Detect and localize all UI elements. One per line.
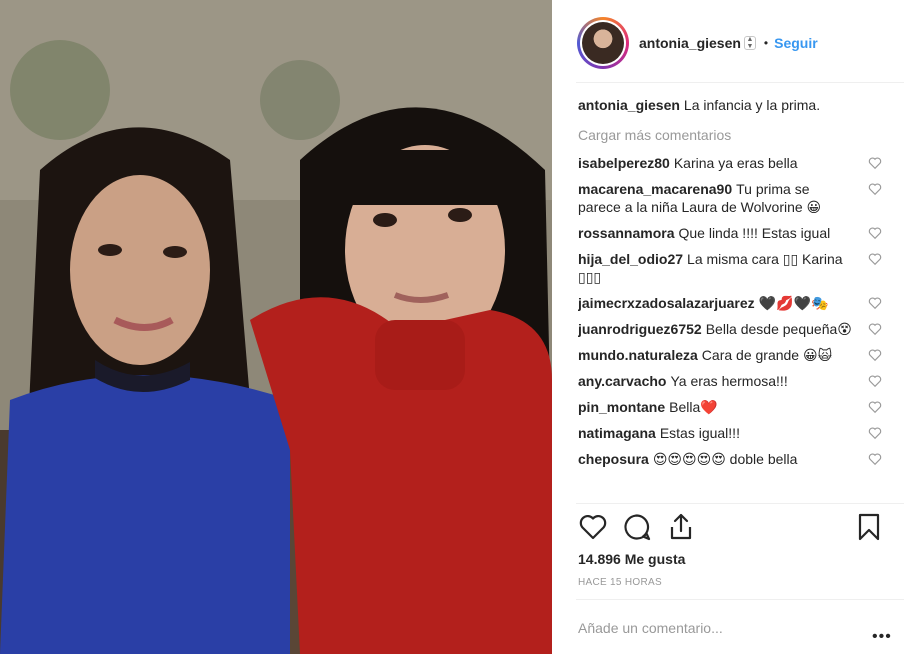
- caret-icon[interactable]: ▲ ▼: [743, 36, 756, 50]
- post-photo[interactable]: [0, 0, 552, 654]
- comment-username[interactable]: juanrodriguez6752: [578, 321, 702, 337]
- header-username[interactable]: antonia_giesen: [639, 35, 741, 51]
- heart-icon[interactable]: [868, 156, 882, 170]
- bookmark-icon[interactable]: [854, 512, 884, 542]
- comment-text: Que linda !!!! Estas igual: [678, 225, 831, 241]
- comment-text: Karina ya eras bella: [673, 155, 798, 171]
- comment-item: cheposura 😍😍😍😍😍 doble bella: [578, 450, 882, 468]
- comment-item: any.carvacho Ya eras hermosa!!!: [578, 372, 882, 390]
- comment-text: Bella❤️: [669, 399, 718, 415]
- heart-icon[interactable]: [868, 296, 882, 310]
- caption: antonia_giesen La infancia y la prima.: [578, 96, 882, 114]
- comment-item: macarena_macarena90 Tu prima se parece a …: [578, 180, 882, 216]
- comment-icon[interactable]: [622, 512, 652, 542]
- comment-text: Bella desde pequeña😵: [705, 321, 852, 337]
- comments-list[interactable]: antonia_giesen La infancia y la prima. Ca…: [578, 96, 882, 502]
- comment-username[interactable]: natimagana: [578, 425, 656, 441]
- heart-icon[interactable]: [868, 452, 882, 466]
- heart-icon[interactable]: [868, 348, 882, 362]
- comment-item: rossannamora Que linda !!!! Estas igual: [578, 224, 882, 242]
- comment-username[interactable]: any.carvacho: [578, 373, 666, 389]
- follow-button[interactable]: Seguir: [774, 35, 818, 51]
- caption-text: La infancia y la prima.: [683, 97, 821, 113]
- comment-item: mundo.naturaleza Cara de grande 😀🙀: [578, 346, 882, 364]
- heart-icon[interactable]: [868, 374, 882, 388]
- action-bar: [578, 512, 884, 544]
- heart-icon[interactable]: [868, 400, 882, 414]
- avatar[interactable]: [577, 17, 629, 69]
- share-icon[interactable]: [666, 512, 696, 542]
- heart-icon[interactable]: [868, 426, 882, 440]
- comment-text: 🖤💋🖤🎭: [758, 295, 829, 311]
- comment-item: juanrodriguez6752 Bella desde pequeña😵: [578, 320, 882, 338]
- comment-item: pin_montane Bella❤️: [578, 398, 882, 416]
- caption-username[interactable]: antonia_giesen: [578, 97, 680, 113]
- add-comment-input[interactable]: Añade un comentario...: [578, 620, 848, 636]
- comment-text: Estas igual!!!: [659, 425, 740, 441]
- photo-illustration: [0, 0, 552, 654]
- heart-icon[interactable]: [868, 322, 882, 336]
- load-more-comments[interactable]: Cargar más comentarios: [578, 126, 882, 144]
- heart-icon[interactable]: [868, 226, 882, 240]
- avatar-image: [582, 22, 624, 64]
- more-options-icon[interactable]: •••: [872, 628, 892, 646]
- comment-text: Ya eras hermosa!!!: [670, 373, 788, 389]
- heart-icon[interactable]: [868, 252, 882, 266]
- add-comment-divider: [576, 599, 904, 600]
- post-sidebar: antonia_giesen ▲ ▼ • Seguir antonia_giese…: [552, 0, 904, 654]
- comment-username[interactable]: cheposura: [578, 451, 649, 467]
- post-time: HACE 15 HORAS: [578, 577, 662, 588]
- comment-item: natimagana Estas igual!!!: [578, 424, 882, 442]
- comment-username[interactable]: isabelperez80: [578, 155, 670, 171]
- like-icon[interactable]: [578, 512, 608, 542]
- comment-username[interactable]: jaimecrxzadosalazarjuarez: [578, 295, 755, 311]
- comment-username[interactable]: pin_montane: [578, 399, 665, 415]
- heart-icon[interactable]: [868, 182, 882, 196]
- comment-item: hija_del_odio27 La misma cara ▯▯ Karina ▯…: [578, 250, 882, 286]
- instagram-post: antonia_giesen ▲ ▼ • Seguir antonia_giese…: [0, 0, 904, 654]
- comment-username[interactable]: hija_del_odio27: [578, 251, 683, 267]
- comment-username[interactable]: mundo.naturaleza: [578, 347, 698, 363]
- likes-count[interactable]: 14.896 Me gusta: [578, 551, 685, 567]
- comment-item: jaimecrxzadosalazarjuarez 🖤💋🖤🎭: [578, 294, 882, 312]
- comment-item: isabelperez80 Karina ya eras bella: [578, 154, 882, 172]
- comment-text: 😍😍😍😍😍 doble bella: [652, 451, 798, 467]
- post-header: antonia_giesen ▲ ▼ • Seguir: [577, 15, 877, 71]
- comment-username[interactable]: macarena_macarena90: [578, 181, 732, 197]
- header-divider: [576, 82, 904, 83]
- actions-divider: [576, 503, 904, 504]
- separator-dot: •: [763, 36, 769, 50]
- comment-text: Cara de grande 😀🙀: [701, 347, 833, 363]
- comment-username[interactable]: rossannamora: [578, 225, 674, 241]
